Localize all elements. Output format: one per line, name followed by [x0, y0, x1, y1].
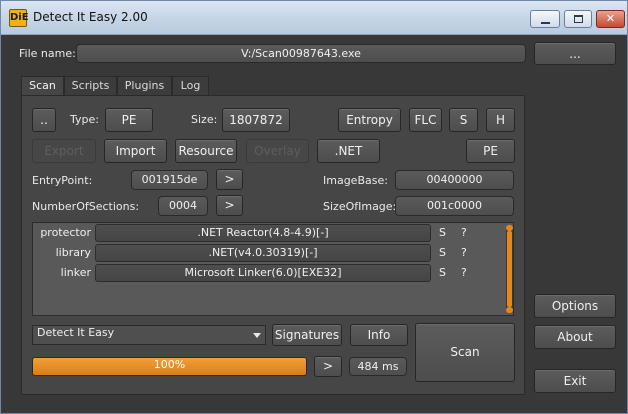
tab-scan[interactable]: Scan: [21, 76, 64, 96]
results-list: protector .NET Reactor(4.8-4.9)[-] S ? l…: [32, 222, 514, 316]
maximize-button[interactable]: [564, 10, 592, 28]
minimize-button[interactable]: [530, 10, 560, 28]
result-value[interactable]: .NET Reactor(4.8-4.9)[-]: [95, 224, 431, 242]
up-button[interactable]: ..: [32, 108, 56, 132]
type-button[interactable]: PE: [105, 108, 153, 132]
result-type: library: [55, 246, 91, 259]
info-button[interactable]: Info: [350, 324, 408, 346]
size-value: 1807872: [222, 108, 290, 132]
scan-time: 484 ms: [349, 357, 407, 376]
options-button[interactable]: Options: [534, 294, 616, 318]
numsections-label: NumberOfSections:: [32, 200, 140, 213]
app-logo-icon: DiE: [9, 9, 29, 27]
imagebase-field[interactable]: 00400000: [395, 170, 514, 190]
result-info-button[interactable]: ?: [461, 224, 473, 242]
export-button[interactable]: Export: [32, 139, 96, 163]
browse-button[interactable]: ...: [534, 42, 616, 65]
strings-button[interactable]: S: [449, 108, 478, 132]
minimize-icon: [541, 22, 550, 24]
signatures-button[interactable]: Signatures: [272, 324, 342, 346]
result-value[interactable]: Microsoft Linker(6.0)[EXE32]: [95, 264, 431, 282]
overlay-button[interactable]: Overlay: [246, 139, 309, 163]
results-scroll-thumb[interactable]: [507, 231, 512, 307]
sizeofimage-field[interactable]: 001c0000: [395, 196, 514, 216]
exit-button[interactable]: Exit: [534, 369, 616, 393]
close-icon: ✕: [605, 12, 616, 25]
scroll-down-arrow[interactable]: [506, 307, 513, 313]
size-label: Size:: [191, 113, 218, 126]
tab-log[interactable]: Log: [172, 76, 209, 95]
hash-button[interactable]: H: [486, 108, 515, 132]
main-window: DiE Detect It Easy 2.00 ✕ File name: V:/…: [0, 0, 628, 414]
result-signature-button[interactable]: S: [439, 264, 451, 282]
result-value[interactable]: .NET(v4.0.30319)[-]: [95, 244, 431, 262]
result-row: protector .NET Reactor(4.8-4.9)[-] S ?: [33, 224, 503, 244]
result-row: library .NET(v4.0.30319)[-] S ?: [33, 244, 503, 264]
title-bar: DiE Detect It Easy 2.00 ✕: [1, 1, 627, 35]
about-button[interactable]: About: [534, 325, 616, 349]
import-button[interactable]: Import: [104, 139, 167, 163]
scan-progress-bar: 100%: [32, 357, 307, 376]
pe-button[interactable]: PE: [466, 139, 515, 163]
entropy-button[interactable]: Entropy: [338, 108, 401, 132]
close-button[interactable]: ✕: [596, 10, 625, 28]
sizeofimage-label: SizeOfImage:: [323, 200, 397, 213]
sections-goto-button[interactable]: >: [216, 195, 243, 216]
database-select-value: Detect It Easy: [37, 326, 115, 339]
tab-plugins[interactable]: Plugins: [117, 76, 172, 95]
window-title: Detect It Easy 2.00: [33, 10, 148, 24]
database-select[interactable]: Detect It Easy: [32, 325, 266, 345]
progress-text: 100%: [153, 358, 186, 371]
dotnet-button[interactable]: .NET: [317, 139, 380, 163]
resource-button[interactable]: Resource: [175, 139, 237, 163]
result-type: protector: [40, 226, 91, 239]
entrypoint-goto-button[interactable]: >: [216, 169, 243, 190]
type-label: Type:: [70, 113, 99, 126]
result-type: linker: [60, 266, 91, 279]
next-button[interactable]: >: [314, 356, 342, 377]
result-signature-button[interactable]: S: [439, 244, 451, 262]
file-name-label: File name:: [19, 47, 76, 60]
numsections-field[interactable]: 0004: [158, 196, 208, 216]
flc-button[interactable]: FLC: [409, 108, 442, 132]
file-name-field[interactable]: V:/Scan00987643.exe: [76, 44, 526, 63]
tab-scripts[interactable]: Scripts: [64, 76, 117, 95]
entrypoint-field[interactable]: 001915de: [131, 170, 208, 190]
scan-button[interactable]: Scan: [415, 323, 515, 382]
result-row: linker Microsoft Linker(6.0)[EXE32] S ?: [33, 264, 503, 284]
result-info-button[interactable]: ?: [461, 264, 473, 282]
chevron-down-icon: [253, 333, 261, 338]
result-info-button[interactable]: ?: [461, 244, 473, 262]
maximize-icon: [574, 15, 583, 23]
imagebase-label: ImageBase:: [323, 174, 388, 187]
entrypoint-label: EntryPoint:: [32, 174, 93, 187]
result-signature-button[interactable]: S: [439, 224, 451, 242]
